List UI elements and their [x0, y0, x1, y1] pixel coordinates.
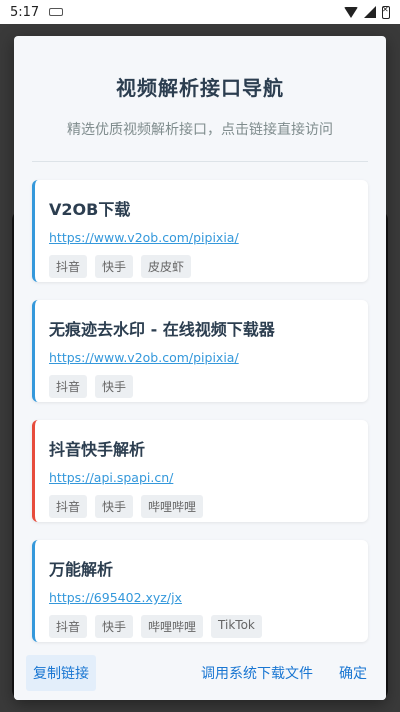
status-bar: 5:17: [0, 0, 400, 24]
tag: TikTok: [211, 615, 262, 638]
card-link[interactable]: https://www.v2ob.com/pipixia/: [49, 230, 354, 245]
dialog: 视频解析接口导航 精选优质视频解析接口，点击链接直接访问 V2OB下载 http…: [14, 36, 386, 700]
card-list: V2OB下载 https://www.v2ob.com/pipixia/ 抖音 …: [14, 162, 386, 642]
tag: 抖音: [49, 375, 88, 398]
card-title: V2OB下载: [49, 200, 131, 219]
status-icons: [344, 5, 390, 19]
api-card[interactable]: 万能解析 https://695402.xyz/jx 抖音 快手 哔哩哔哩 Ti…: [32, 540, 368, 642]
dialog-footer: 复制链接 调用系统下载文件 确定: [14, 646, 386, 700]
tag: 抖音: [49, 255, 88, 278]
tag: 皮皮虾: [141, 255, 192, 278]
dialog-subtitle: 精选优质视频解析接口，点击链接直接访问: [67, 122, 333, 138]
tag: 快手: [95, 375, 134, 398]
keyboard-icon: [49, 8, 64, 16]
dialog-title: 视频解析接口导航: [116, 76, 284, 100]
card-title: 无痕迹去水印 - 在线视频下载器: [49, 320, 275, 339]
tag: 抖音: [49, 495, 88, 518]
tag-list: 抖音 快手 皮皮虾: [49, 255, 354, 278]
card-title: 抖音快手解析: [49, 440, 146, 459]
api-card[interactable]: 无痕迹去水印 - 在线视频下载器 https://www.v2ob.com/pi…: [32, 300, 368, 402]
signal-icon: [364, 6, 376, 18]
status-time: 5:17: [10, 4, 40, 20]
dialog-header: 视频解析接口导航 精选优质视频解析接口，点击链接直接访问: [14, 36, 386, 139]
card-link[interactable]: https://api.spapi.cn/: [49, 470, 354, 485]
tag: 快手: [95, 495, 134, 518]
tag: 快手: [95, 615, 134, 638]
api-card[interactable]: V2OB下载 https://www.v2ob.com/pipixia/ 抖音 …: [32, 180, 368, 282]
api-card-selected[interactable]: 抖音快手解析 https://api.spapi.cn/ 抖音 快手 哔哩哔哩: [32, 420, 368, 522]
copy-link-button[interactable]: 复制链接: [26, 655, 96, 691]
card-link[interactable]: https://www.v2ob.com/pipixia/: [49, 350, 354, 365]
tag-list: 抖音 快手 哔哩哔哩: [49, 495, 354, 518]
tag: 哔哩哔哩: [141, 495, 204, 518]
battery-icon: [382, 5, 390, 19]
ok-button[interactable]: 确定: [332, 655, 374, 691]
card-link[interactable]: https://695402.xyz/jx: [49, 590, 354, 605]
tag-list: 抖音 快手 哔哩哔哩 TikTok: [49, 615, 354, 638]
tag-list: 抖音 快手: [49, 375, 354, 398]
tag: 哔哩哔哩: [141, 615, 204, 638]
card-title: 万能解析: [49, 560, 114, 579]
system-download-button[interactable]: 调用系统下载文件: [194, 655, 320, 691]
wifi-icon: [344, 6, 358, 18]
tag: 快手: [95, 255, 134, 278]
tag: 抖音: [49, 615, 88, 638]
